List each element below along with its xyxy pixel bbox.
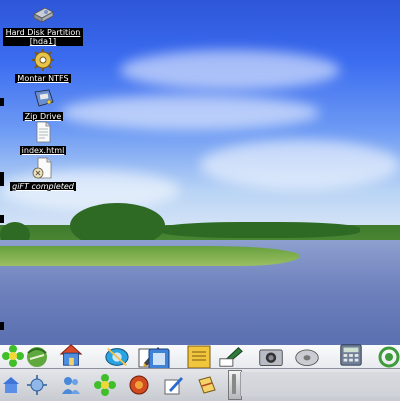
browser-icon[interactable] bbox=[24, 343, 50, 369]
zip-drive-icon bbox=[31, 86, 55, 110]
web-browser-icon[interactable] bbox=[128, 374, 150, 396]
users-icon[interactable] bbox=[60, 374, 82, 396]
hard-disk-icon bbox=[31, 2, 55, 26]
near-shore bbox=[0, 246, 300, 266]
icq-flower-icon[interactable] bbox=[94, 374, 116, 396]
terminal-icon[interactable] bbox=[186, 344, 212, 370]
cloud bbox=[200, 140, 400, 190]
calculator-icon[interactable] bbox=[338, 342, 364, 368]
desktop-icon-gift-completed[interactable]: giFT completed bbox=[3, 156, 83, 191]
html-file-icon bbox=[31, 120, 55, 144]
kde-home-icon[interactable] bbox=[0, 374, 22, 396]
home-icon[interactable] bbox=[58, 342, 84, 368]
text-editor-icon[interactable] bbox=[162, 374, 184, 396]
cloud bbox=[60, 95, 320, 130]
network-icon[interactable] bbox=[376, 344, 400, 370]
office-icon[interactable] bbox=[196, 374, 218, 396]
desktop-icon-zip-drive[interactable]: Zip Drive bbox=[3, 86, 83, 121]
network-settings-icon[interactable] bbox=[26, 374, 48, 396]
edge-icon-fragment bbox=[0, 215, 4, 223]
image-viewer-icon[interactable] bbox=[218, 343, 244, 369]
cloud bbox=[120, 50, 340, 90]
icq-icon[interactable] bbox=[0, 343, 26, 369]
desktop-icon-label: Montar NTFS bbox=[15, 74, 71, 83]
desktop-icon-label: Hard Disk Partition [hda1] bbox=[3, 28, 83, 46]
folder-download-icon bbox=[31, 156, 55, 180]
taskbar-area[interactable] bbox=[240, 372, 400, 396]
desktop-icon-label: index.html bbox=[19, 146, 67, 155]
camera-icon[interactable] bbox=[258, 343, 284, 369]
desktop-icon-hard-disk[interactable]: Hard Disk Partition [hda1] bbox=[3, 2, 83, 46]
cd-player-icon[interactable] bbox=[294, 343, 320, 369]
desktop-icon-index-html[interactable]: index.html bbox=[3, 120, 83, 155]
edge-icon-fragment bbox=[0, 322, 4, 330]
desktop-icon-montar-ntfs[interactable]: Montar NTFS bbox=[3, 48, 83, 83]
gear-icon bbox=[31, 48, 55, 72]
tree-line bbox=[160, 222, 360, 238]
konqueror-icon[interactable] bbox=[104, 344, 130, 370]
desktop-icon-label: giFT completed bbox=[10, 182, 76, 191]
